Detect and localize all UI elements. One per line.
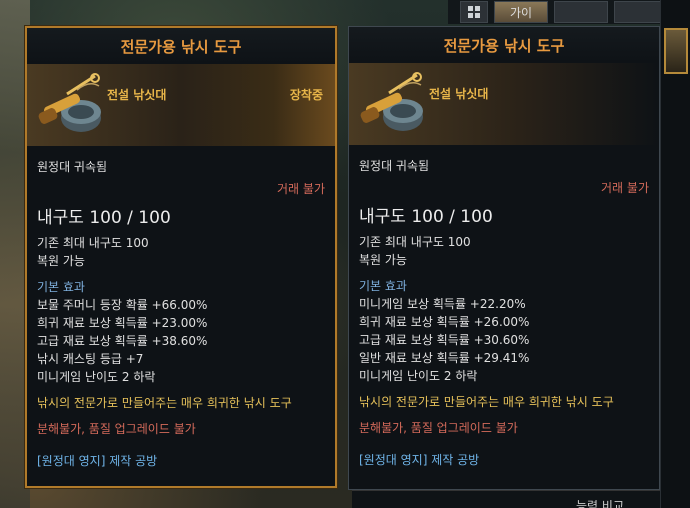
effect-line: 희귀 재료 보상 획득률 +26.00% xyxy=(359,315,530,329)
right-side-panel xyxy=(660,0,690,508)
effect-line: 고급 재료 보상 획득률 +38.60% xyxy=(37,334,208,348)
restrictions: 분해불가, 품질 업그레이드 불가 xyxy=(37,422,196,436)
max-durability: 기존 최대 내구도 100 xyxy=(37,236,149,250)
slot-icon[interactable] xyxy=(664,28,688,74)
effect-line: 고급 재료 보상 획득률 +30.60% xyxy=(359,333,530,347)
restorable: 복원 가능 xyxy=(37,254,85,268)
item-tooltip-compare: 전문가용 낚시 도구 전설 낚싯대 원정대 귀속됨 거래 불가 내구도 100 … xyxy=(348,26,660,490)
trade-status: 거래 불가 xyxy=(277,182,325,196)
item-description: 낚시의 전문가로 만들어주는 매우 희귀한 낚시 도구 xyxy=(359,395,614,409)
effect-line: 미니게임 보상 획득률 +22.20% xyxy=(359,297,526,311)
trade-status: 거래 불가 xyxy=(601,181,649,195)
toolbar-tab-3[interactable] xyxy=(554,1,608,23)
item-header: 전설 낚싯대 장착중 xyxy=(27,64,335,146)
max-durability: 기존 최대 내구도 100 xyxy=(359,235,471,249)
fishing-rod-icon xyxy=(360,72,423,131)
effects-title: 기본 효과 xyxy=(37,280,85,294)
effect-line: 미니게임 난이도 2 하락 xyxy=(37,370,156,384)
item-source: [원정대 영지] 제작 공방 xyxy=(359,453,480,467)
effect-line: 미니게임 난이도 2 하락 xyxy=(359,369,478,383)
item-tier: 전설 낚싯대 xyxy=(429,87,489,101)
compare-label: 능력 비교 xyxy=(576,499,624,508)
durability: 내구도 100 / 100 xyxy=(359,207,493,227)
item-title: 전문가용 낚시 도구 xyxy=(349,27,659,63)
item-title: 전문가용 낚시 도구 xyxy=(27,28,335,64)
bound-status: 원정대 귀속됨 xyxy=(359,159,430,173)
restorable: 복원 가능 xyxy=(359,253,407,267)
durability: 내구도 100 / 100 xyxy=(37,208,171,228)
fishing-rod-icon xyxy=(38,73,101,132)
top-toolbar: 가이 xyxy=(448,0,690,24)
effect-line: 낚시 캐스팅 등급 +7 xyxy=(37,352,144,366)
effects-title: 기본 효과 xyxy=(359,279,407,293)
grid-icon[interactable] xyxy=(460,1,488,23)
item-tier: 전설 낚싯대 xyxy=(107,88,167,102)
toolbar-tab-2[interactable]: 가이 xyxy=(494,1,548,23)
effect-line: 희귀 재료 보상 획득률 +23.00% xyxy=(37,316,208,330)
compare-panel: 능력 비교 xyxy=(352,490,660,508)
effect-line: 보물 주머니 등장 확률 +66.00% xyxy=(37,298,208,312)
item-header: 전설 낚싯대 xyxy=(349,63,659,145)
item-source: [원정대 영지] 제작 공방 xyxy=(37,454,158,468)
item-description: 낚시의 전문가로 만들어주는 매우 희귀한 낚시 도구 xyxy=(37,396,292,410)
restrictions: 분해불가, 품질 업그레이드 불가 xyxy=(359,421,518,435)
equipped-badge: 장착중 xyxy=(289,88,323,102)
item-tooltip-equipped: 전문가용 낚시 도구 전설 낚싯대 장착중 원정대 귀속됨 거래 불가 내구도 … xyxy=(25,26,337,488)
effect-line: 일반 재료 보상 획득률 +29.41% xyxy=(359,351,530,365)
bound-status: 원정대 귀속됨 xyxy=(37,160,108,174)
